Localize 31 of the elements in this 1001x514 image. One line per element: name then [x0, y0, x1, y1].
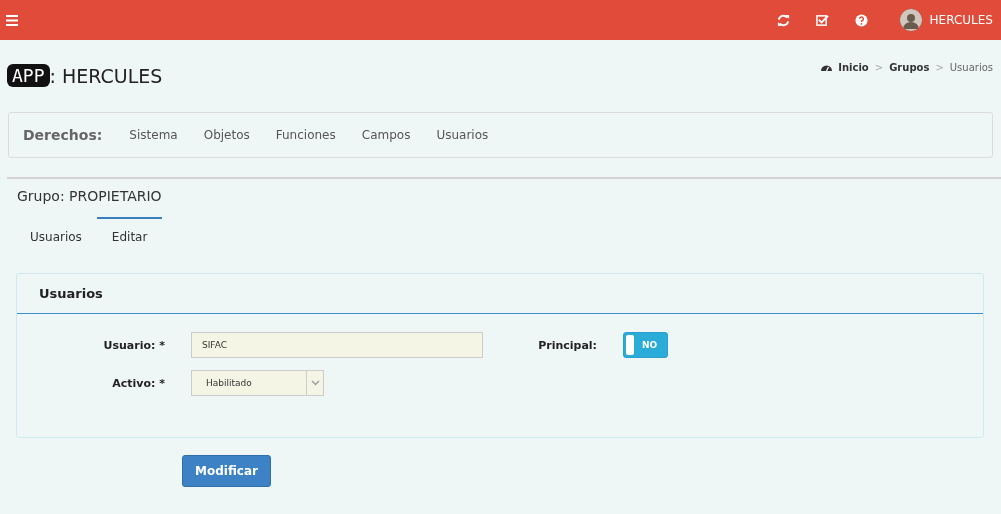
nav-link[interactable]: Campos	[348, 128, 424, 142]
nav-link[interactable]: Objetos	[190, 128, 263, 142]
tab[interactable]: Editar	[96, 217, 163, 256]
page-title: : HERCULES	[49, 64, 163, 87]
select-field[interactable]: Habilitado	[191, 370, 324, 396]
checkbox-icon[interactable]	[815, 13, 829, 27]
input-field[interactable]: SIFAC	[191, 332, 483, 358]
breadcrumb-current: Usuarios	[949, 62, 993, 73]
nav-link[interactable]: Sistema	[116, 128, 191, 142]
field-label: Principal:	[537, 338, 598, 352]
app-logo: APP	[7, 64, 50, 87]
tab[interactable]: Usuarios	[15, 217, 97, 256]
nav-link[interactable]: Usuarios	[423, 128, 502, 142]
user-name[interactable]: HERCULES	[929, 13, 993, 27]
panel-title: Usuarios	[39, 286, 103, 301]
menu-icon[interactable]	[6, 14, 18, 26]
submit-button[interactable]: Modificar	[182, 455, 271, 487]
avatar-icon[interactable]	[899, 9, 922, 31]
nav-label: Derechos:	[23, 127, 103, 143]
nav-link[interactable]: Funciones	[262, 128, 349, 142]
dashboard-icon	[821, 63, 833, 72]
refresh-icon[interactable]	[776, 13, 790, 27]
caret-icon	[310, 380, 320, 386]
breadcrumb-separator: >	[874, 62, 884, 73]
field-label: Activo: *	[111, 376, 166, 390]
breadcrumb-link[interactable]: Inicio	[838, 62, 869, 73]
help-icon[interactable]	[854, 13, 868, 27]
breadcrumb-separator: >	[935, 62, 944, 73]
breadcrumb-link[interactable]: Grupos	[889, 62, 930, 73]
group-title: Grupo: PROPIETARIO	[16, 187, 163, 204]
field-label: Usuario: *	[102, 338, 166, 352]
